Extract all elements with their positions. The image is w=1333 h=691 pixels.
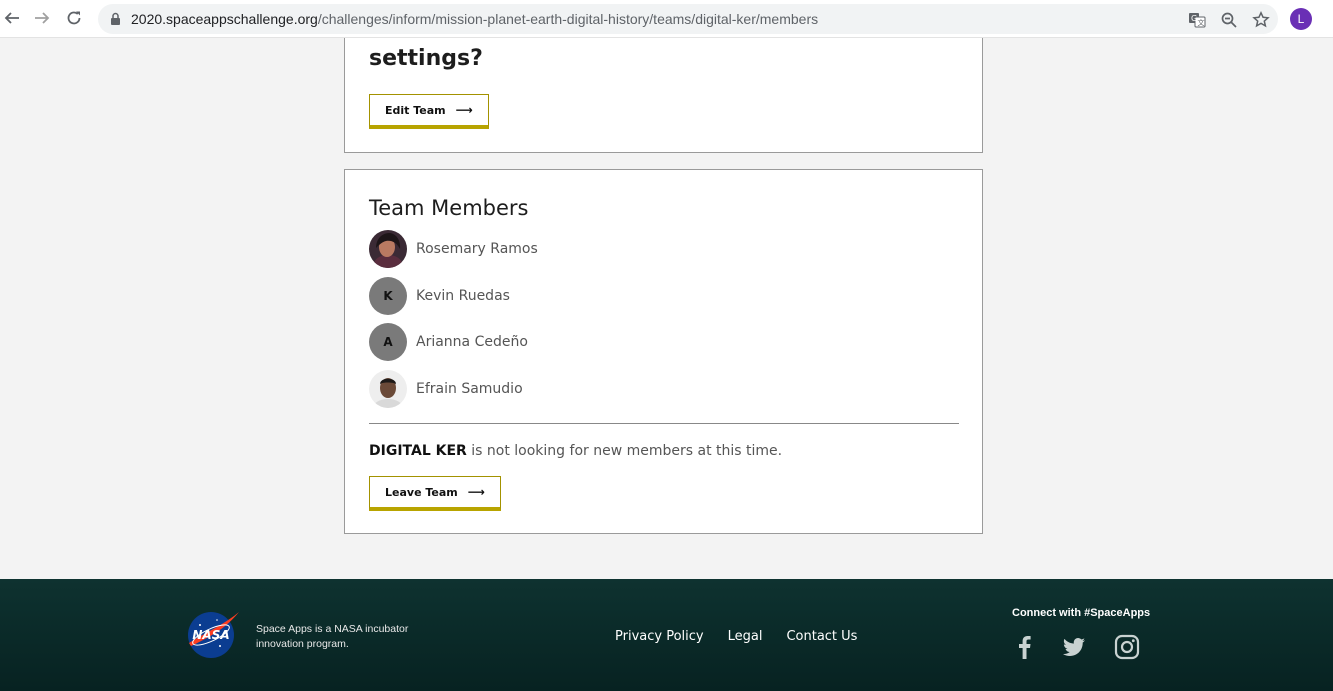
legal-link[interactable]: Legal — [728, 629, 763, 644]
site-footer: NASA Space Apps is a NASA incubator inno… — [0, 579, 1333, 691]
star-icon[interactable] — [1252, 11, 1270, 29]
browser-toolbar: 2020.spaceappschallenge.org/challenges/i… — [0, 0, 1333, 38]
team-members-card: Team Members Rosemary Ramos K Kevin Rued… — [344, 169, 983, 534]
divider — [369, 423, 959, 424]
arrow-right-icon: ⟶ — [455, 103, 473, 117]
svg-text:G: G — [1191, 14, 1197, 23]
settings-heading: settings? — [369, 46, 483, 71]
contact-us-link[interactable]: Contact Us — [786, 629, 857, 644]
instagram-icon[interactable] — [1114, 634, 1140, 660]
member-item[interactable]: A Arianna Cedeño — [369, 323, 528, 361]
member-item[interactable]: Rosemary Ramos — [369, 230, 538, 268]
twitter-icon[interactable] — [1061, 634, 1087, 660]
reload-icon[interactable] — [63, 7, 85, 29]
facebook-icon[interactable] — [1012, 634, 1038, 660]
connect-label: Connect with #SpaceApps — [1012, 607, 1151, 619]
members-title: Team Members — [369, 196, 529, 220]
edit-team-button[interactable]: Edit Team ⟶ — [369, 94, 489, 129]
edit-team-label: Edit Team — [385, 103, 446, 117]
footer-links: Privacy Policy Legal Contact Us — [615, 629, 857, 644]
leave-team-button[interactable]: Leave Team ⟶ — [369, 476, 501, 511]
footer-tagline: Space Apps is a NASA incubator innovatio… — [256, 623, 409, 650]
team-settings-card: settings? Edit Team ⟶ — [344, 38, 983, 153]
member-item[interactable]: K Kevin Ruedas — [369, 277, 510, 315]
recruiting-status: DIGITAL KER is not looking for new membe… — [369, 443, 782, 459]
avatar: K — [369, 277, 407, 315]
member-name: Kevin Ruedas — [416, 288, 510, 304]
avatar: A — [369, 323, 407, 361]
back-icon[interactable] — [1, 7, 23, 29]
svg-text:NASA: NASA — [192, 628, 229, 642]
avatar — [369, 230, 407, 268]
forward-icon[interactable] — [31, 7, 53, 29]
url-text: 2020.spaceappschallenge.org/challenges/i… — [131, 11, 819, 27]
member-name: Efrain Samudio — [416, 381, 523, 397]
nasa-logo[interactable]: NASA — [186, 610, 240, 665]
member-name: Arianna Cedeño — [416, 334, 528, 350]
avatar — [369, 370, 407, 408]
member-name: Rosemary Ramos — [416, 241, 538, 257]
svg-text:文: 文 — [1198, 18, 1205, 27]
member-item[interactable]: Efrain Samudio — [369, 370, 523, 408]
zoom-icon[interactable] — [1220, 11, 1238, 29]
status-message: is not looking for new members at this t… — [466, 443, 783, 459]
arrow-right-icon: ⟶ — [467, 485, 485, 499]
leave-team-label: Leave Team — [385, 485, 458, 499]
address-bar[interactable]: 2020.spaceappschallenge.org/challenges/i… — [98, 4, 1278, 34]
privacy-policy-link[interactable]: Privacy Policy — [615, 629, 704, 644]
team-name: DIGITAL KER — [369, 443, 467, 459]
lock-icon — [110, 12, 121, 31]
translate-icon[interactable]: G文 — [1188, 11, 1206, 29]
profile-avatar[interactable]: L — [1290, 8, 1312, 30]
